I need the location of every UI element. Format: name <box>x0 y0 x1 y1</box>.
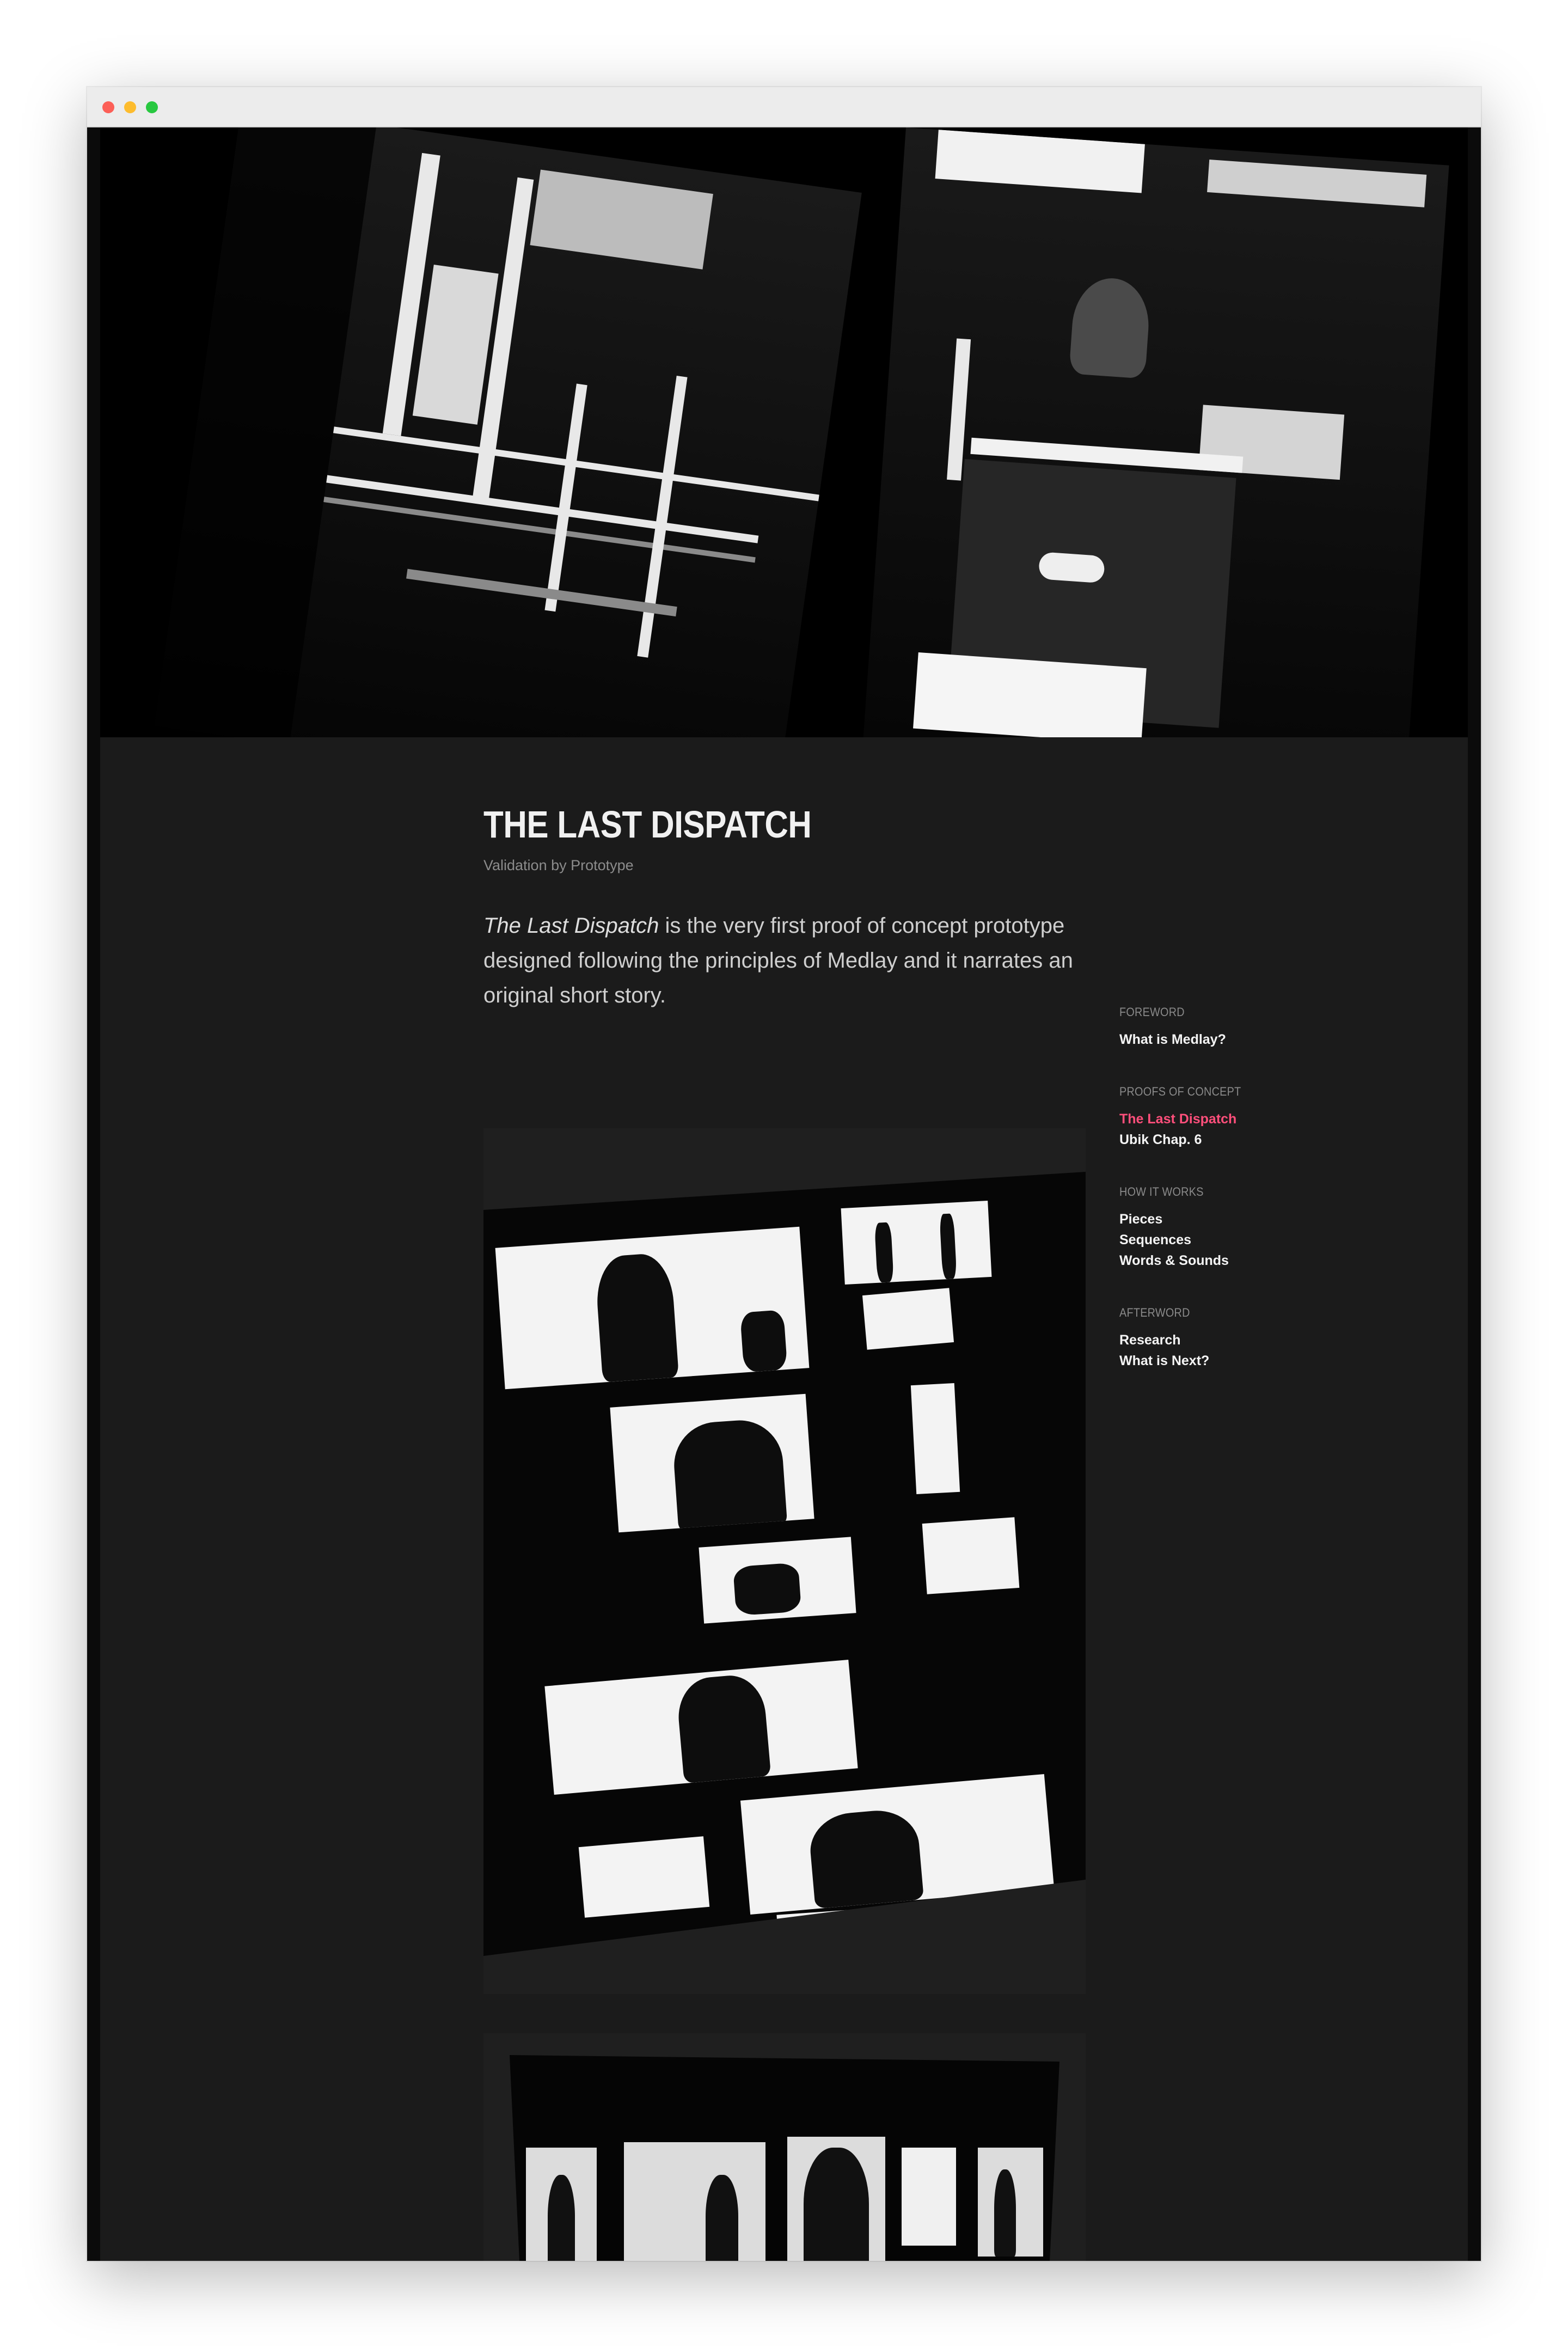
figure-storyboard-collage <box>483 1128 1086 1994</box>
toc-heading-proofs-of-concept: PROOFS OF CONCEPT <box>1119 1085 1241 1098</box>
toc-group-foreword: FOREWORD What is Medlay? <box>1119 1004 1283 1050</box>
hero-plate-right <box>861 127 1449 737</box>
close-window-button[interactable] <box>102 101 114 113</box>
toc-link-words-and-sounds[interactable]: Words & Sounds <box>1119 1250 1283 1271</box>
toc-link-ubik-chap-6[interactable]: Ubik Chap. 6 <box>1119 1129 1283 1150</box>
toc-link-what-is-medlay[interactable]: What is Medlay? <box>1119 1029 1283 1050</box>
intro-paragraph: The Last Dispatch is the very first proo… <box>483 908 1099 1013</box>
page-viewport[interactable]: THE LAST DISPATCH Validation by Prototyp… <box>87 127 1481 2261</box>
intro-title-emphasis: The Last Dispatch <box>483 914 659 938</box>
hero-image <box>100 127 1468 737</box>
table-of-contents: FOREWORD What is Medlay? PROOFS OF CONCE… <box>1119 1004 1283 1405</box>
toc-link-what-is-next[interactable]: What is Next? <box>1119 1350 1283 1371</box>
page-subtitle: Validation by Prototype <box>483 857 634 873</box>
toc-group-proofs-of-concept: PROOFS OF CONCEPT The Last Dispatch Ubik… <box>1119 1084 1283 1150</box>
figure-subway-strip <box>483 2033 1086 2261</box>
toc-heading-foreword: FOREWORD <box>1119 1005 1185 1019</box>
storyboard-collage <box>483 1172 1086 1956</box>
window-titlebar <box>87 87 1481 127</box>
minimize-window-button[interactable] <box>124 101 136 113</box>
toc-heading-afterword: AFTERWORD <box>1119 1306 1190 1319</box>
toc-link-sequences[interactable]: Sequences <box>1119 1230 1283 1250</box>
toc-group-afterword: AFTERWORD Research What is Next? <box>1119 1305 1283 1371</box>
subway-strip <box>510 2055 1059 2261</box>
page: THE LAST DISPATCH Validation by Prototyp… <box>100 127 1468 2261</box>
toc-link-pieces[interactable]: Pieces <box>1119 1209 1283 1230</box>
browser-window: THE LAST DISPATCH Validation by Prototyp… <box>87 87 1481 2261</box>
toc-group-how-it-works: HOW IT WORKS Pieces Sequences Words & So… <box>1119 1184 1283 1271</box>
page-title: THE LAST DISPATCH <box>483 803 812 846</box>
toc-link-the-last-dispatch[interactable]: The Last Dispatch <box>1119 1109 1283 1129</box>
toc-link-research[interactable]: Research <box>1119 1330 1283 1350</box>
hero-plate-left <box>154 127 862 737</box>
toc-heading-how-it-works: HOW IT WORKS <box>1119 1185 1204 1199</box>
zoom-window-button[interactable] <box>146 101 158 113</box>
